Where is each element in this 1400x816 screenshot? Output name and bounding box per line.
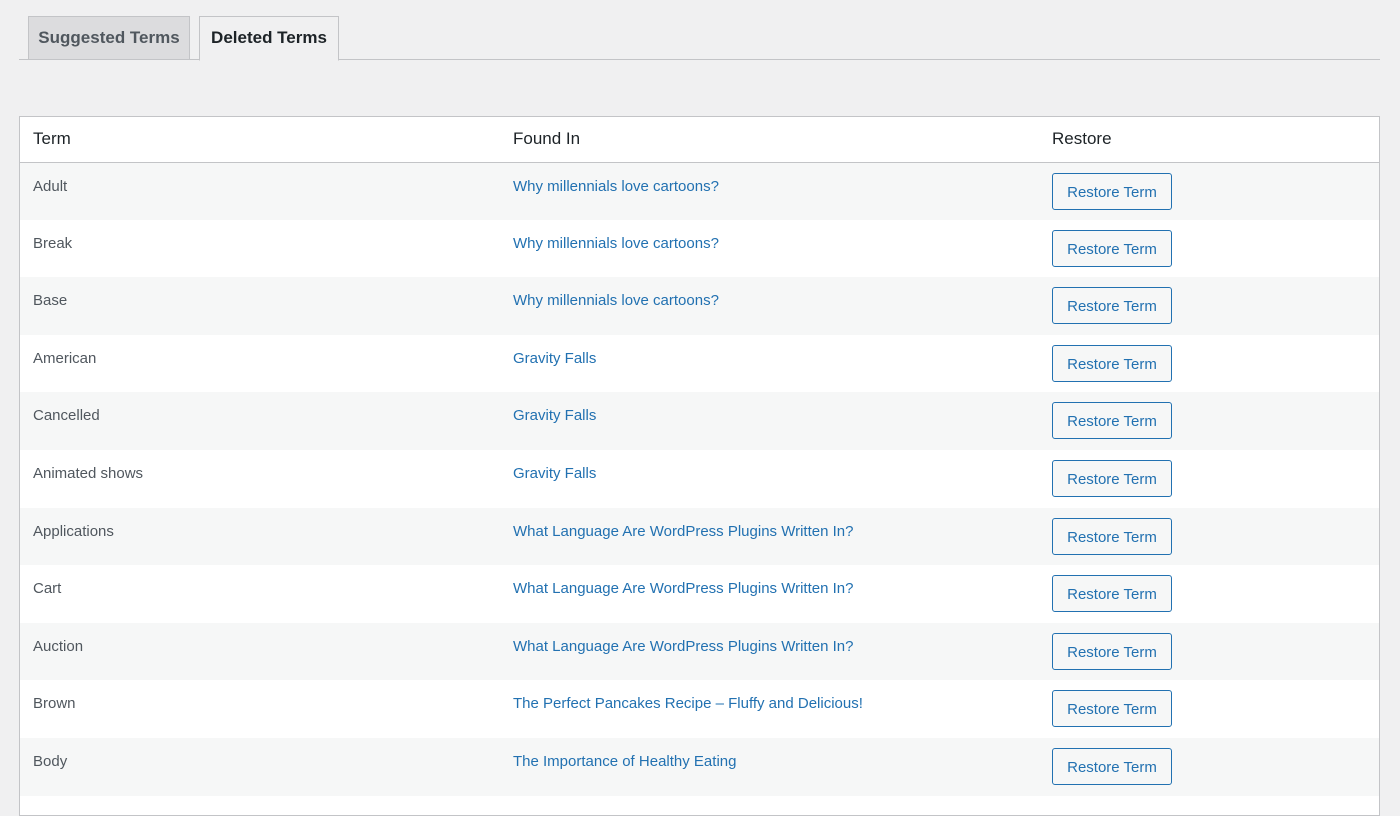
found-in-link[interactable]: Gravity Falls: [513, 465, 596, 482]
restore-cell: Restore Term: [1040, 392, 1379, 450]
table-row: American Gravity Falls Restore Term: [20, 334, 1379, 393]
found-in-link[interactable]: Gravity Falls: [513, 350, 596, 367]
table-row: Break Why millennials love cartoons? Resto…: [20, 219, 1379, 278]
term-cell: Brown: [33, 695, 76, 713]
restore-term-button[interactable]: Restore Term: [1052, 517, 1172, 555]
table-row: Body The Importance of Healthy Eating Rest…: [20, 737, 1379, 796]
tab-bar: Suggested Terms Deleted Terms: [19, 16, 1380, 61]
found-in-link[interactable]: Why millennials love cartoons?: [513, 178, 719, 195]
deleted-terms-table: Term Found In Restore Adult Why millennia…: [19, 116, 1380, 816]
found-in-cell: Gravity Falls: [500, 450, 1040, 508]
table-row: Cancelled Gravity Falls Restore Term: [20, 392, 1379, 450]
column-header-restore: Restore: [1040, 117, 1379, 163]
restore-cell: Restore Term: [1040, 335, 1379, 393]
restore-cell: Restore Term: [1040, 565, 1379, 623]
restore-term-button[interactable]: Restore Term: [1052, 229, 1172, 267]
table-row: Base Why millennials love cartoons? Restor…: [20, 277, 1379, 335]
found-in-link[interactable]: Why millennials love cartoons?: [513, 292, 719, 309]
found-in-link[interactable]: What Language Are WordPress Plugins Writ…: [513, 580, 853, 597]
found-in-link[interactable]: Why millennials love cartoons?: [513, 235, 719, 252]
term-cell: Auction: [33, 637, 84, 655]
restore-cell: Restore Term: [1040, 680, 1379, 738]
restore-term-button[interactable]: Restore Term: [1052, 172, 1172, 210]
found-in-link[interactable]: The Importance of Healthy Eating: [513, 753, 736, 770]
term-cell: Break: [33, 234, 73, 252]
found-in-cell: Gravity Falls: [500, 335, 1040, 393]
found-in-cell: Why millennials love cartoons?: [500, 162, 1040, 220]
restore-term-button[interactable]: Restore Term: [1052, 402, 1172, 440]
found-in-cell: Why millennials love cartoons?: [500, 277, 1040, 335]
found-in-cell: What Language Are WordPress Plugins Writ…: [500, 623, 1040, 681]
restore-term-button[interactable]: Restore Term: [1052, 575, 1172, 613]
found-in-cell: What Language Are WordPress Plugins Writ…: [500, 508, 1040, 566]
restore-term-button[interactable]: Restore Term: [1052, 632, 1172, 670]
restore-cell: Restore Term: [1040, 162, 1379, 220]
found-in-link[interactable]: Gravity Falls: [513, 407, 596, 424]
found-in-link[interactable]: What Language Are WordPress Plugins Writ…: [513, 523, 853, 540]
term-cell: Body: [33, 752, 68, 770]
table-row: Auction What Language Are WordPress Plugi…: [20, 622, 1379, 681]
term-cell: Cancelled: [33, 407, 100, 425]
term-cell: Animated shows: [33, 464, 144, 482]
term-cell: Base: [33, 292, 68, 310]
found-in-cell: The Importance of Healthy Eating: [500, 738, 1040, 796]
table-row: Adult Why millennials love cartoons? Resto…: [20, 162, 1379, 220]
restore-term-button[interactable]: Restore Term: [1052, 287, 1172, 325]
term-cell: Applications: [33, 522, 114, 540]
table-row: Brown The Perfect Pancakes Recipe – Fluff…: [20, 680, 1379, 738]
table-row: Animated shows Gravity Falls Restore Term: [20, 449, 1379, 508]
tab-suggested-terms[interactable]: Suggested Terms: [28, 16, 190, 60]
restore-term-button[interactable]: Restore Term: [1052, 459, 1172, 497]
tab-deleted-terms[interactable]: Deleted Terms: [199, 16, 339, 61]
restore-term-button[interactable]: Restore Term: [1052, 690, 1172, 728]
restore-cell: Restore Term: [1040, 738, 1379, 796]
restore-term-button[interactable]: Restore Term: [1052, 344, 1172, 382]
found-in-link[interactable]: What Language Are WordPress Plugins Writ…: [513, 638, 853, 655]
found-in-cell: Why millennials love cartoons?: [500, 220, 1040, 278]
restore-cell: Restore Term: [1040, 623, 1379, 681]
column-header-term: Term: [20, 117, 500, 163]
table-row: Applications What Language Are WordPress …: [20, 507, 1379, 566]
found-in-cell: The Perfect Pancakes Recipe – Fluffy and…: [500, 680, 1040, 738]
column-header-found-in: Found In: [500, 117, 1040, 163]
term-cell: Cart: [33, 580, 62, 598]
restore-cell: Restore Term: [1040, 277, 1379, 335]
restore-cell: Restore Term: [1040, 508, 1379, 566]
found-in-cell: What Language Are WordPress Plugins Writ…: [500, 565, 1040, 623]
term-cell: Adult: [33, 177, 68, 195]
restore-term-button[interactable]: Restore Term: [1052, 747, 1172, 785]
table-header-row: Term Found In Restore: [20, 117, 1379, 163]
table-row: Cart What Language Are WordPress Plugins …: [20, 565, 1379, 623]
restore-cell: Restore Term: [1040, 220, 1379, 278]
term-cell: American: [33, 349, 97, 367]
found-in-cell: Gravity Falls: [500, 392, 1040, 450]
found-in-link[interactable]: The Perfect Pancakes Recipe – Fluffy and…: [513, 695, 863, 712]
restore-cell: Restore Term: [1040, 450, 1379, 508]
